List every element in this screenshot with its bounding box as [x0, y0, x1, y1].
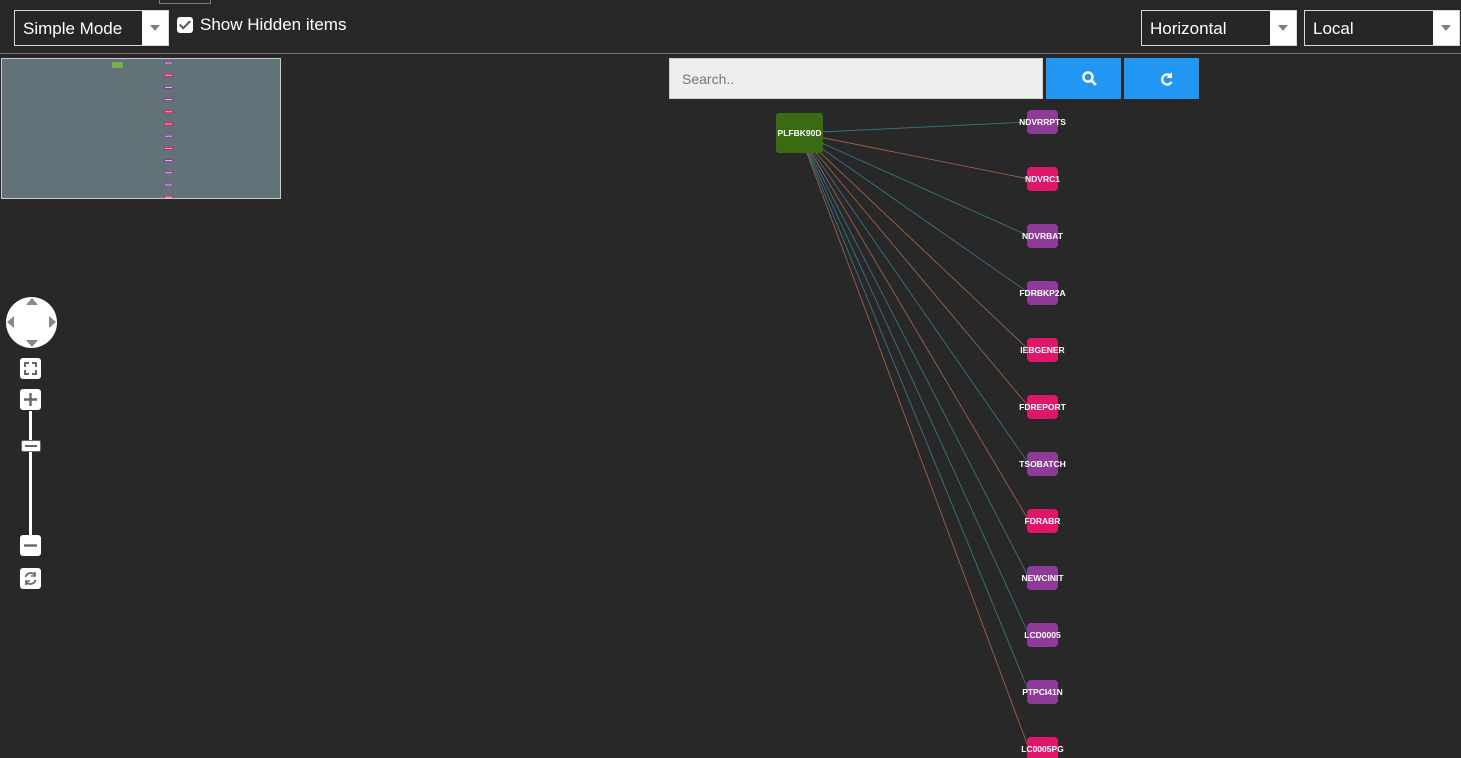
- graph-edge: [799, 132, 1030, 294]
- fit-to-screen-button[interactable]: [20, 358, 41, 379]
- minimap-edge: [116, 64, 169, 88]
- graph-node-label: FDRABR: [1025, 516, 1061, 526]
- graph-edge: [799, 132, 1030, 636]
- graph-node-label: NEWCINIT: [1021, 573, 1064, 583]
- minimap-edge: [116, 64, 169, 198]
- graph-node-label: FDREPORT: [1019, 402, 1067, 412]
- edges-layer: [799, 121, 1030, 750]
- graph-node-label: NDVRRPTS: [1019, 117, 1066, 127]
- graph-root-label: PLFBK90D: [778, 128, 822, 138]
- minimap-edge: [116, 62, 169, 66]
- fit-to-screen-icon: [24, 362, 37, 375]
- graph-node[interactable]: FDREPORT: [1019, 395, 1067, 419]
- zoom-in-button[interactable]: [20, 389, 41, 410]
- graph-edge: [799, 132, 1030, 180]
- graph-edge: [799, 132, 1030, 750]
- graph-edge: [799, 132, 1030, 351]
- refresh-icon: [1161, 72, 1173, 86]
- pan-right-icon[interactable]: [49, 316, 56, 328]
- graph-edge: [799, 132, 1030, 408]
- minimap-edge: [116, 64, 169, 149]
- graph-node[interactable]: IEBGENER: [1020, 338, 1065, 362]
- pan-control[interactable]: [6, 297, 57, 348]
- reset-view-button[interactable]: [20, 568, 41, 589]
- graph-node[interactable]: NEWCINIT: [1021, 566, 1064, 590]
- zoom-out-button[interactable]: [20, 535, 41, 556]
- graph-root-node[interactable]: PLFBK90D: [776, 113, 823, 153]
- graph-node-label: TSOBATCH: [1019, 459, 1066, 469]
- graph-node-label: NDVRBAT: [1022, 231, 1064, 241]
- graph-node[interactable]: NDVRRPTS: [1019, 110, 1066, 134]
- minimap-edge: [116, 64, 169, 161]
- graph-node-label: IEBGENER: [1020, 345, 1064, 355]
- minimap-node-label: [165, 62, 172, 64]
- graph-node[interactable]: NDVRBAT: [1022, 224, 1064, 248]
- minimap-node-label: [165, 111, 172, 113]
- minimap-node-label: [165, 135, 172, 137]
- graph-node[interactable]: FDRBKP2A: [1019, 281, 1066, 305]
- pan-down-icon[interactable]: [26, 340, 38, 347]
- plus-icon: [24, 393, 37, 406]
- minus-icon: [24, 544, 37, 547]
- graph-node-label: PTPCI41N: [1022, 687, 1063, 697]
- zoom-slider-track[interactable]: [29, 411, 32, 536]
- graph-edge: [799, 132, 1030, 465]
- nodes-layer: NDVRRPTS NDVRC1 NDVRBAT FDRBKP2A IEBGENER FDR…: [776, 110, 1067, 758]
- graph-edge: [799, 132, 1030, 522]
- minimap[interactable]: [1, 58, 281, 199]
- zoom-slider-handle[interactable]: [21, 440, 41, 452]
- search-button[interactable]: [1046, 58, 1121, 99]
- minimap-node-label: [165, 99, 172, 101]
- refresh-button[interactable]: [1124, 58, 1199, 99]
- graph-edge: [799, 121, 1030, 134]
- minimap-node-label: [165, 196, 172, 198]
- graph-node-label: FDRBKP2A: [1019, 288, 1065, 298]
- pan-up-icon[interactable]: [26, 298, 38, 305]
- graph-node-label: LCD0005: [1024, 630, 1061, 640]
- search-icon: [1082, 71, 1097, 86]
- graph-node[interactable]: TSOBATCH: [1019, 452, 1066, 476]
- minimap-node-label: [165, 160, 172, 162]
- minimap-edge: [116, 64, 169, 112]
- minimap-node-label: [165, 184, 172, 186]
- graph-edge: [799, 132, 1030, 237]
- graph-node[interactable]: LC0005PG: [1021, 737, 1064, 758]
- minimap-edge: [116, 64, 169, 173]
- graph-node[interactable]: PTPCI41N: [1022, 680, 1063, 704]
- graph-node[interactable]: NDVRC1: [1025, 167, 1060, 191]
- minimap-root-node: [112, 62, 123, 68]
- graph-edge: [799, 132, 1030, 579]
- minimap-node-label: [165, 172, 172, 174]
- graph-edge: [799, 132, 1030, 693]
- minimap-node-label: [165, 86, 172, 88]
- graph-node[interactable]: FDRABR: [1025, 509, 1061, 533]
- minimap-canvas: [112, 61, 173, 198]
- minimap-node-label: [165, 74, 172, 76]
- minimap-node-label: [165, 123, 172, 125]
- graph-node[interactable]: LCD0005: [1024, 623, 1061, 647]
- pan-left-icon[interactable]: [7, 316, 14, 328]
- search-input[interactable]: [669, 58, 1043, 99]
- graph-node-label: LC0005PG: [1021, 744, 1064, 754]
- minimap-edge: [116, 64, 169, 186]
- minimap-node-label: [165, 147, 172, 149]
- reset-icon: [24, 572, 37, 585]
- graph-node-label: NDVRC1: [1025, 174, 1060, 184]
